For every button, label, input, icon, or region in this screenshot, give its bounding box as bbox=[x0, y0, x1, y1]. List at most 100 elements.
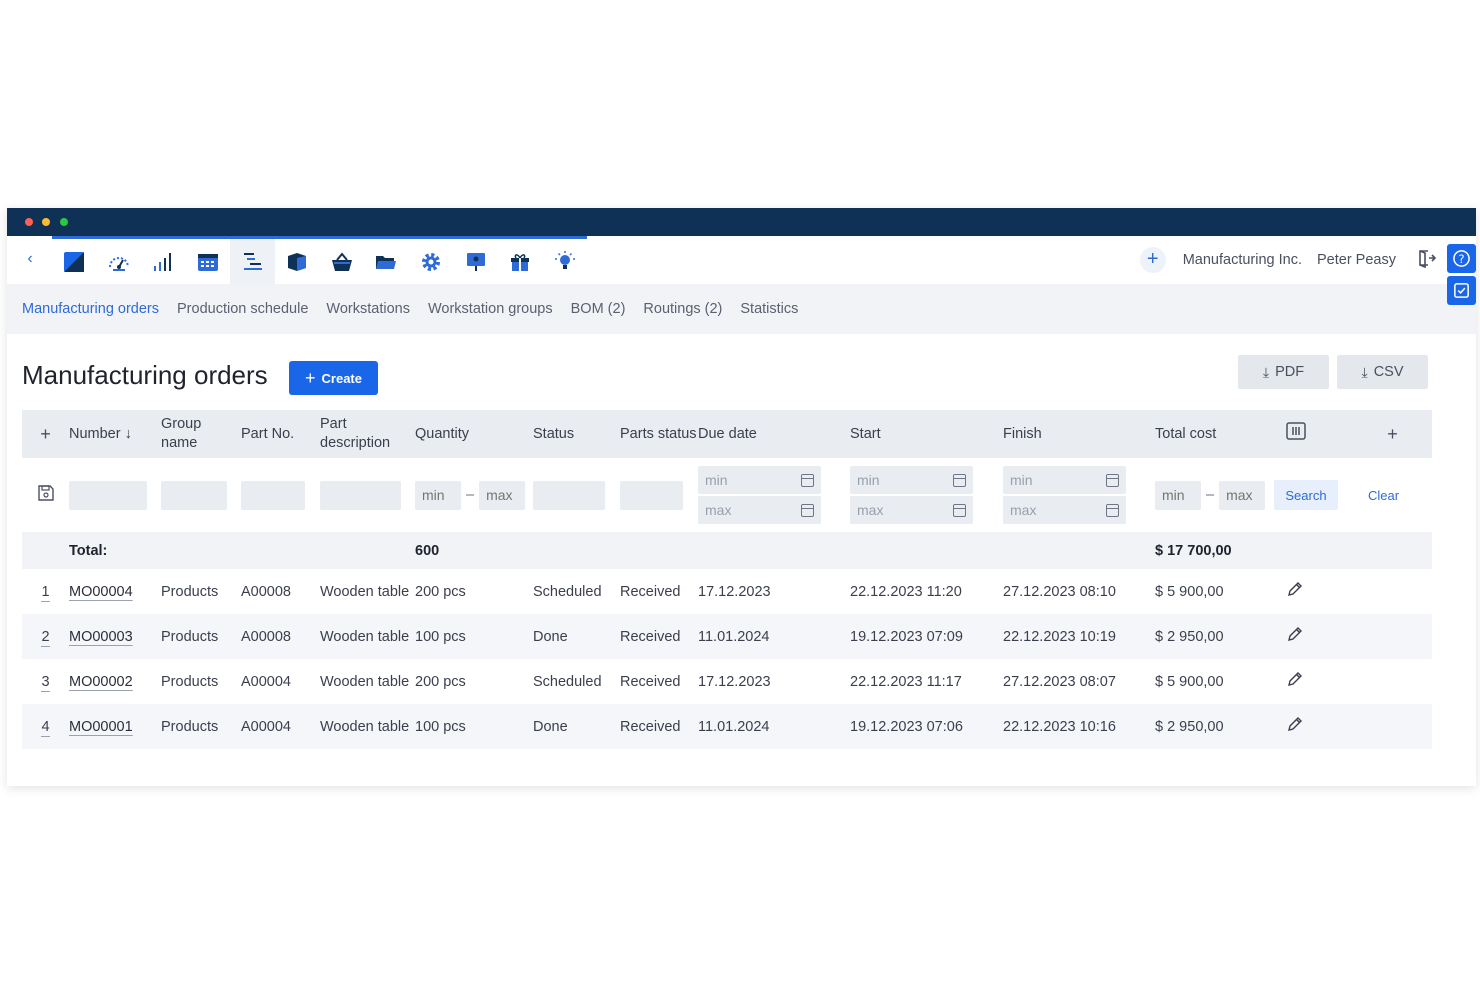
presentation-icon[interactable] bbox=[453, 236, 498, 284]
part-no-cell: A00008 bbox=[241, 583, 291, 600]
finish-max-field[interactable]: max bbox=[1003, 496, 1126, 524]
filter-status-input[interactable] bbox=[533, 480, 605, 510]
start-cell: 22.12.2023 11:20 bbox=[850, 583, 962, 600]
top-navigation: ‹ + Manufacturing Inc. Peter Peasy bbox=[7, 236, 1476, 284]
tab-bom[interactable]: BOM (2) bbox=[571, 301, 626, 317]
empty-cell bbox=[1353, 614, 1432, 659]
search-button[interactable]: Search bbox=[1274, 480, 1338, 510]
basket-icon[interactable] bbox=[319, 236, 365, 284]
cost-range: – bbox=[1155, 480, 1274, 510]
order-number-link[interactable]: MO00004 bbox=[69, 584, 133, 600]
quantity-max-input[interactable] bbox=[479, 480, 526, 510]
back-chevron-icon[interactable]: ‹ bbox=[22, 250, 38, 268]
order-number-cell: MO00001 bbox=[69, 704, 161, 749]
filter-group-input[interactable] bbox=[161, 480, 227, 510]
gift-icon[interactable] bbox=[497, 236, 543, 284]
edit-pencil-icon[interactable] bbox=[1274, 659, 1353, 704]
edit-pencil-icon[interactable] bbox=[1274, 704, 1353, 749]
column-total-cost[interactable]: Total cost bbox=[1155, 410, 1274, 458]
tab-statistics[interactable]: Statistics bbox=[740, 301, 798, 317]
start-min-field[interactable]: min bbox=[850, 466, 973, 494]
window-close-dot[interactable] bbox=[25, 218, 33, 226]
settings-gear-icon[interactable] bbox=[408, 236, 454, 284]
finish-min-field[interactable]: min bbox=[1003, 466, 1126, 494]
part-description-cell: Wooden table bbox=[320, 614, 415, 659]
order-number-link[interactable]: MO00003 bbox=[69, 629, 133, 645]
calendar-icon[interactable] bbox=[1106, 503, 1119, 517]
filter-search-cell: Search bbox=[1274, 458, 1353, 532]
column-due-date[interactable]: Due date bbox=[698, 410, 850, 458]
save-filter-icon[interactable] bbox=[37, 485, 55, 506]
box-icon[interactable] bbox=[274, 236, 320, 284]
company-name[interactable]: Manufacturing Inc. bbox=[1183, 252, 1302, 268]
production-list-icon[interactable] bbox=[230, 236, 275, 284]
start-max-field[interactable]: max bbox=[850, 496, 973, 524]
tab-workstations[interactable]: Workstations bbox=[326, 301, 410, 317]
filter-part-no-input[interactable] bbox=[241, 480, 305, 510]
add-column-plus-icon[interactable]: + bbox=[1353, 410, 1432, 458]
user-name[interactable]: Peter Peasy bbox=[1317, 252, 1396, 268]
total-row: Total: 600 $ 17 700,00 bbox=[22, 532, 1432, 569]
column-finish[interactable]: Finish bbox=[1003, 410, 1155, 458]
calendar-icon[interactable] bbox=[1106, 473, 1119, 487]
filter-description-input[interactable] bbox=[320, 480, 401, 510]
stats-bars-icon[interactable] bbox=[141, 236, 186, 284]
column-quantity[interactable]: Quantity bbox=[415, 410, 533, 458]
clear-button[interactable]: Clear bbox=[1353, 488, 1432, 503]
calendar-icon[interactable] bbox=[801, 503, 814, 517]
due-date-min-field[interactable]: min bbox=[698, 466, 821, 494]
column-number[interactable]: Number ↓ bbox=[69, 410, 161, 458]
filter-parts-status-input[interactable] bbox=[620, 480, 683, 510]
part-description-cell: Wooden table bbox=[320, 583, 410, 600]
order-number-link[interactable]: MO00002 bbox=[69, 674, 133, 690]
columns-icon[interactable] bbox=[1286, 422, 1306, 446]
cost-min-input[interactable] bbox=[1155, 480, 1201, 510]
calendar-icon[interactable] bbox=[953, 503, 966, 517]
quick-add-plus-icon[interactable]: + bbox=[1139, 247, 1166, 273]
order-number-link[interactable]: MO00001 bbox=[69, 719, 133, 735]
tab-manufacturing-orders[interactable]: Manufacturing orders bbox=[22, 301, 159, 317]
window-minimize-dot[interactable] bbox=[42, 218, 50, 226]
column-parts-status[interactable]: Parts status bbox=[620, 410, 698, 458]
lightbulb-icon[interactable] bbox=[542, 236, 588, 284]
column-start[interactable]: Start bbox=[850, 410, 1003, 458]
edit-pencil-icon[interactable] bbox=[1274, 614, 1353, 659]
calendar-icon[interactable] bbox=[953, 473, 966, 487]
logout-icon[interactable] bbox=[1416, 248, 1437, 273]
edit-pencil-icon[interactable] bbox=[1274, 569, 1353, 614]
quantity-min-input[interactable] bbox=[415, 480, 461, 510]
cost-max-input[interactable] bbox=[1219, 480, 1266, 510]
add-row-plus-icon[interactable]: + bbox=[22, 410, 69, 458]
order-number-cell: MO00004 bbox=[69, 569, 161, 614]
tab-routings[interactable]: Routings (2) bbox=[643, 301, 722, 317]
folder-icon[interactable] bbox=[364, 236, 409, 284]
total-empty-cell bbox=[698, 532, 850, 569]
tab-production-schedule[interactable]: Production schedule bbox=[177, 301, 308, 317]
column-status[interactable]: Status bbox=[533, 410, 620, 458]
total-cost-cell: $ 2 950,00 bbox=[1155, 704, 1274, 749]
calendar-icon[interactable] bbox=[185, 236, 231, 284]
tasks-checkbox-icon[interactable] bbox=[1447, 276, 1476, 305]
due-date-cell: 17.12.2023 bbox=[698, 673, 771, 690]
column-part-no[interactable]: Part No. bbox=[241, 410, 320, 458]
filter-status-cell bbox=[533, 458, 620, 532]
create-button[interactable]: + Create bbox=[289, 361, 378, 395]
page-heading-row: Manufacturing orders + Create ⤓ PDF ⤓ CS… bbox=[22, 334, 1461, 410]
filter-number-input[interactable] bbox=[69, 480, 147, 510]
export-csv-button[interactable]: ⤓ CSV bbox=[1337, 355, 1428, 389]
dashboard-icon[interactable] bbox=[96, 236, 142, 284]
column-group-name[interactable]: Group name bbox=[161, 410, 241, 458]
finish-cell: 22.12.2023 10:19 bbox=[1003, 614, 1155, 659]
logo-icon[interactable] bbox=[52, 236, 97, 284]
window-maximize-dot[interactable] bbox=[60, 218, 68, 226]
calendar-icon[interactable] bbox=[801, 473, 814, 487]
due-date-cell: 11.01.2024 bbox=[698, 614, 850, 659]
due-date-max-field[interactable]: max bbox=[698, 496, 821, 524]
csv-button-label: CSV bbox=[1373, 364, 1404, 380]
filter-total-cost-cell: – bbox=[1155, 458, 1274, 532]
column-part-description[interactable]: Part description bbox=[320, 410, 415, 458]
export-pdf-button[interactable]: ⤓ PDF bbox=[1238, 355, 1329, 389]
create-button-label: Create bbox=[321, 370, 362, 386]
help-question-icon[interactable]: ? bbox=[1447, 244, 1476, 273]
tab-workstation-groups[interactable]: Workstation groups bbox=[428, 301, 553, 317]
